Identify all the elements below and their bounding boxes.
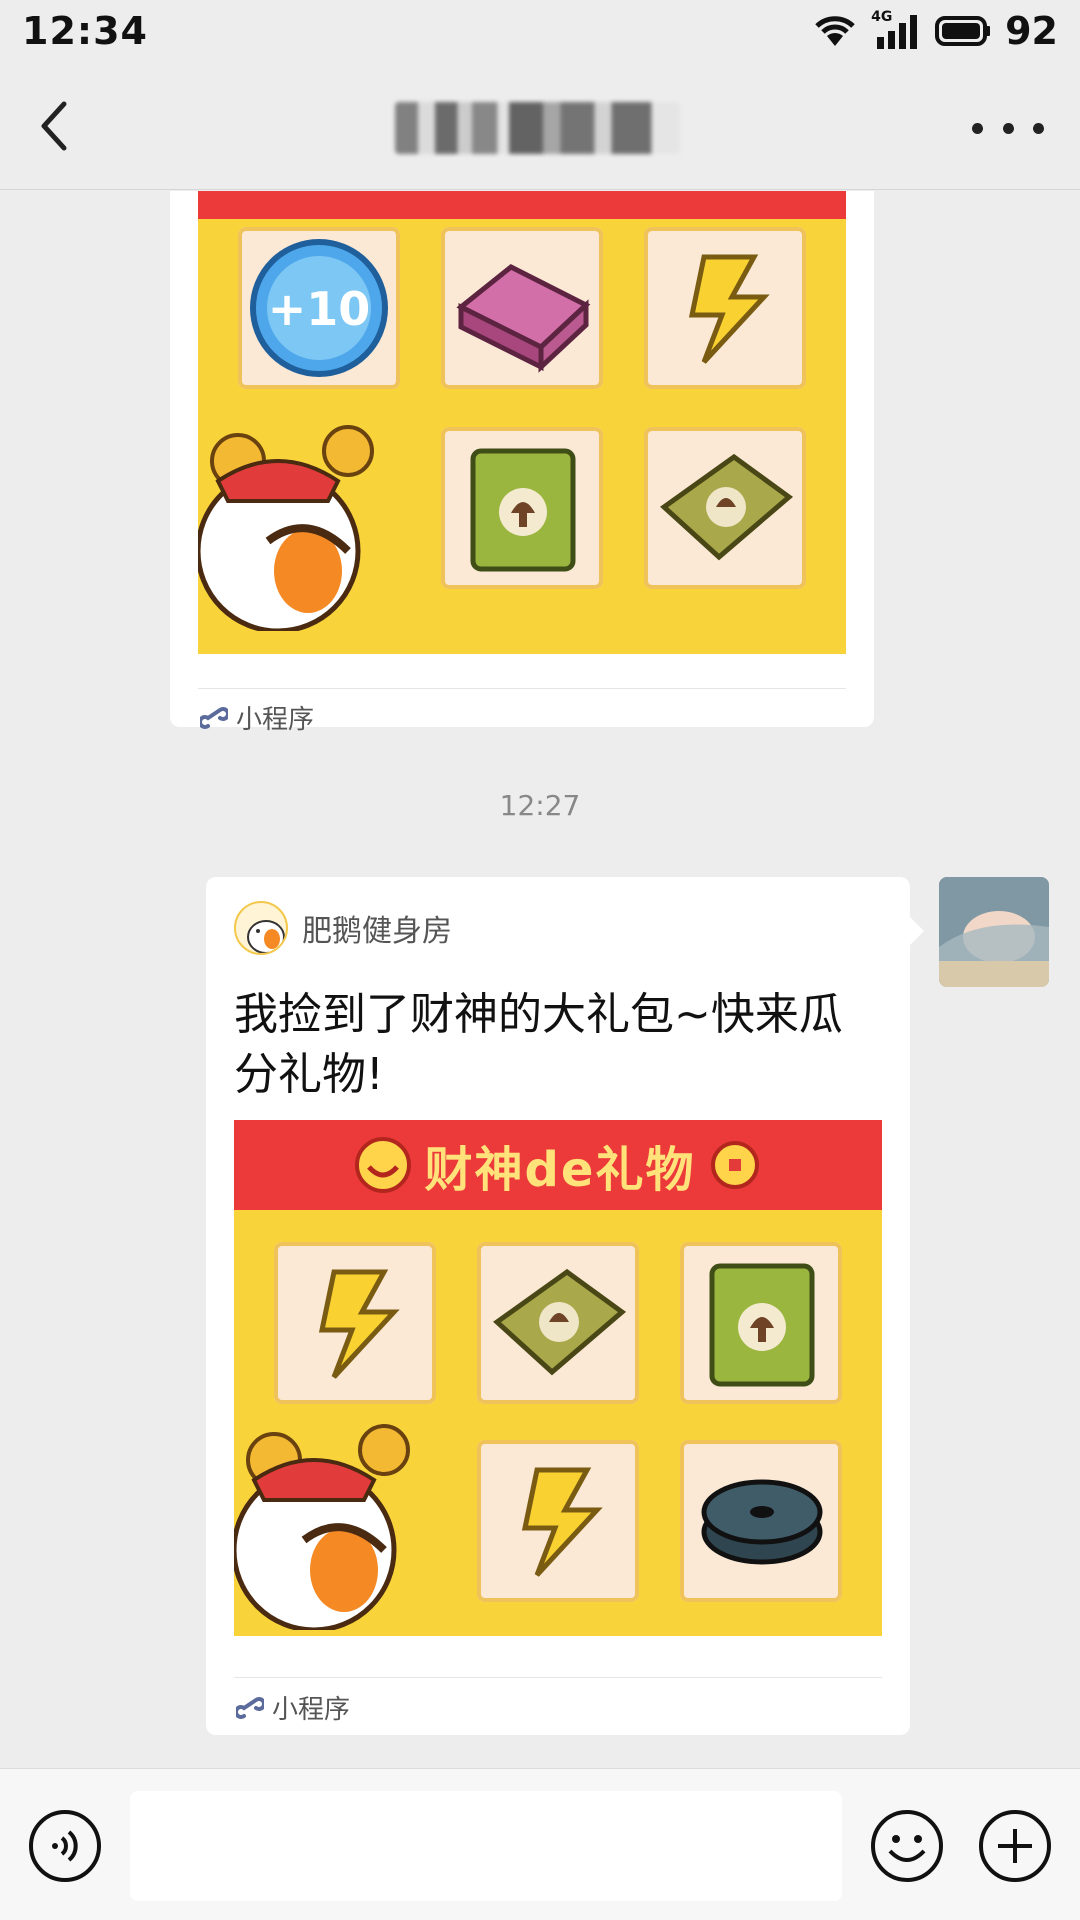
- goose-mascot-icon: [234, 1420, 444, 1633]
- more-options-button[interactable]: [972, 110, 1044, 146]
- chat-title: ▮▮▮▮▮▮▮▮: [395, 102, 680, 154]
- gift-image[interactable]: +10: [198, 191, 846, 654]
- input-bar: [0, 1768, 1080, 1920]
- mini-program-text: 小程序: [272, 1695, 351, 1725]
- chevron-left-icon: [41, 101, 67, 151]
- coin-plus10-icon: +10: [238, 227, 400, 389]
- lightning-icon: [274, 1242, 436, 1404]
- baby-photo-icon: [939, 877, 1049, 987]
- seed-bag-green-icon: [680, 1242, 842, 1404]
- lightning-icon: [644, 227, 806, 389]
- status-time: 12:34: [22, 9, 148, 53]
- more-dot-icon: [972, 122, 983, 134]
- coin-badge-icon: [711, 1141, 760, 1189]
- gift-image[interactable]: 财神de礼物: [234, 1120, 882, 1636]
- mini-program-card[interactable]: 肥鹅健身房 我捡到了财神的大礼包~快来瓜分礼物! 财神de礼物 小程序: [206, 877, 924, 1735]
- more-functions-button[interactable]: [978, 1809, 1052, 1883]
- battery-level: 92: [1005, 9, 1058, 53]
- gift-banner: [198, 191, 846, 219]
- gift-banner: 财神de礼物: [234, 1120, 882, 1210]
- more-dot-icon: [1002, 122, 1014, 134]
- app-name: 肥鹅健身房: [302, 914, 452, 949]
- mini-program-card[interactable]: +10 小程序: [170, 191, 874, 735]
- mini-program-text: 小程序: [236, 705, 315, 735]
- mini-program-icon: [236, 1696, 264, 1719]
- plus-icon: [979, 1810, 1051, 1882]
- status-bar: 12:34 4G 92: [0, 0, 1080, 62]
- smile-badge-icon: [354, 1137, 411, 1193]
- brick-icon: [441, 227, 603, 389]
- card-source: 肥鹅健身房: [234, 901, 452, 955]
- voice-icon: [29, 1810, 101, 1882]
- message-timestamp: 12:27: [499, 789, 581, 822]
- lightning-icon: [477, 1440, 639, 1602]
- card-divider: [234, 1677, 882, 1678]
- avatar[interactable]: [939, 877, 1049, 987]
- weight-plate-icon: [680, 1440, 842, 1602]
- seed-bag-green-icon: [441, 427, 603, 589]
- back-button[interactable]: [30, 96, 90, 156]
- card-divider: [198, 688, 846, 689]
- mini-program-icon: [200, 706, 228, 729]
- chat-header: ▮▮▮▮▮▮▮▮: [0, 62, 1080, 190]
- chat-message-list[interactable]: +10 小程序 12:27 肥鹅健身房 我捡到了财神的大礼包~快来瓜分礼物! 财…: [0, 191, 1080, 1768]
- seed-bag-olive-icon: [477, 1242, 639, 1404]
- battery-icon: [935, 16, 991, 46]
- status-icons: 4G 92: [813, 9, 1058, 53]
- mini-program-label: 小程序: [236, 1689, 350, 1726]
- goose-mascot-icon: [198, 421, 408, 634]
- wifi-icon: [815, 16, 855, 46]
- gift-title: 财神de礼物: [424, 1142, 696, 1198]
- app-logo-icon: [234, 901, 288, 955]
- message-input[interactable]: [130, 1791, 842, 1901]
- seed-bag-olive-icon: [644, 427, 806, 589]
- more-dot-icon: [1033, 122, 1044, 134]
- voice-input-button[interactable]: [28, 1809, 102, 1883]
- mini-program-label: 小程序: [200, 699, 314, 736]
- card-message-text: 我捡到了财神的大礼包~快来瓜分礼物!: [234, 989, 843, 1100]
- svg-text:+10: +10: [268, 282, 371, 336]
- emoji-icon: [871, 1810, 943, 1882]
- cellular-signal-icon: 4G: [871, 9, 921, 49]
- emoji-button[interactable]: [870, 1809, 944, 1883]
